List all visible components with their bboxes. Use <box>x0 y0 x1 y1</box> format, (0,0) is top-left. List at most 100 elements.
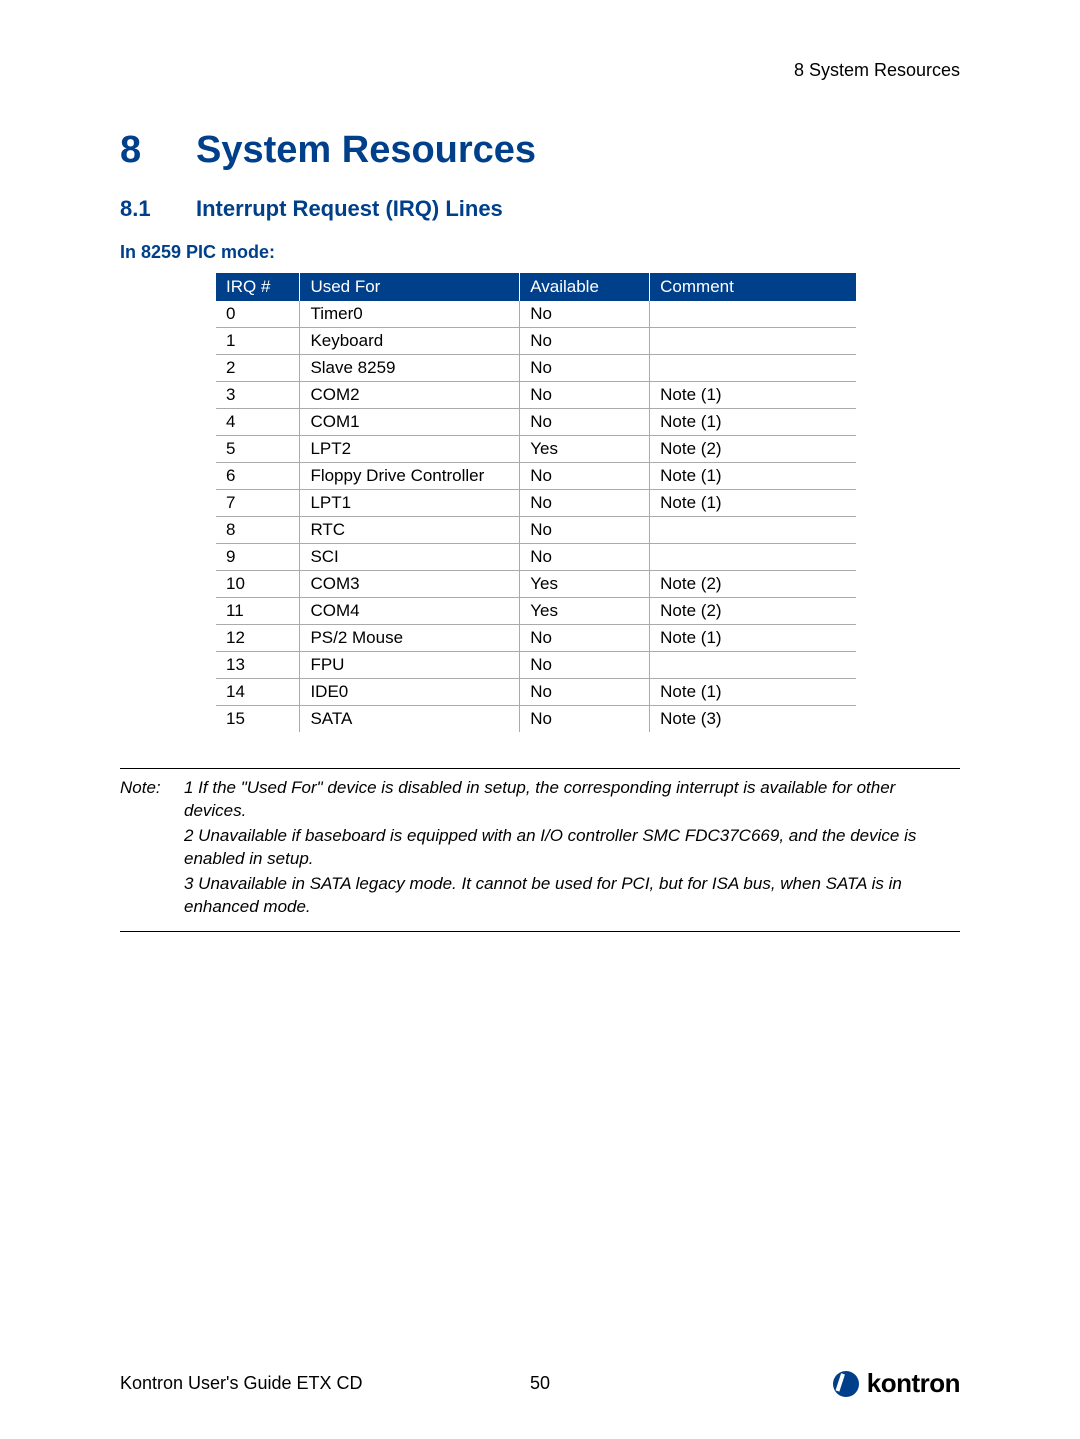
footer-page-number: 50 <box>510 1373 570 1394</box>
cell-comment <box>650 652 856 679</box>
cell-used: SCI <box>300 544 520 571</box>
cell-comment: Note (1) <box>650 409 856 436</box>
cell-avail: No <box>520 301 650 328</box>
cell-comment: Note (3) <box>650 706 856 733</box>
cell-avail: No <box>520 328 650 355</box>
cell-comment: Note (2) <box>650 598 856 625</box>
note-label: Note: <box>120 777 184 921</box>
cell-irq: 15 <box>216 706 300 733</box>
table-row: 7LPT1NoNote (1) <box>216 490 856 517</box>
cell-used: LPT2 <box>300 436 520 463</box>
table-row: 1KeyboardNo <box>216 328 856 355</box>
page-footer: Kontron User's Guide ETX CD 50 kontron <box>120 1368 960 1399</box>
cell-comment: Note (1) <box>650 463 856 490</box>
cell-comment: Note (1) <box>650 625 856 652</box>
cell-used: COM4 <box>300 598 520 625</box>
cell-comment: Note (2) <box>650 436 856 463</box>
cell-irq: 8 <box>216 517 300 544</box>
table-row: 5LPT2YesNote (2) <box>216 436 856 463</box>
cell-avail: No <box>520 409 650 436</box>
cell-used: Timer0 <box>300 301 520 328</box>
cell-avail: No <box>520 679 650 706</box>
table-row: 0Timer0No <box>216 301 856 328</box>
cell-irq: 1 <box>216 328 300 355</box>
kontron-logo-text: kontron <box>867 1368 960 1399</box>
irq-table: IRQ # Used For Available Comment 0Timer0… <box>216 273 856 732</box>
cell-avail: Yes <box>520 571 650 598</box>
cell-used: SATA <box>300 706 520 733</box>
cell-avail: Yes <box>520 436 650 463</box>
chapter-number: 8 <box>120 129 196 172</box>
cell-used: COM2 <box>300 382 520 409</box>
section-number: 8.1 <box>120 196 196 222</box>
cell-used: Slave 8259 <box>300 355 520 382</box>
table-row: 3COM2NoNote (1) <box>216 382 856 409</box>
note-line: 1 If the "Used For" device is disabled i… <box>184 777 960 823</box>
table-row: 12PS/2 MouseNoNote (1) <box>216 625 856 652</box>
note-line: 3 Unavailable in SATA legacy mode. It ca… <box>184 873 960 919</box>
cell-used: RTC <box>300 517 520 544</box>
cell-avail: No <box>520 652 650 679</box>
col-available: Available <box>520 273 650 301</box>
cell-comment <box>650 544 856 571</box>
subsection-label: In 8259 PIC mode: <box>120 242 960 263</box>
cell-avail: No <box>520 517 650 544</box>
cell-avail: No <box>520 355 650 382</box>
footer-doc-title: Kontron User's Guide ETX CD <box>120 1373 510 1394</box>
cell-comment <box>650 328 856 355</box>
cell-comment: Note (1) <box>650 382 856 409</box>
table-row: 9SCINo <box>216 544 856 571</box>
cell-irq: 10 <box>216 571 300 598</box>
cell-irq: 9 <box>216 544 300 571</box>
cell-used: Floppy Drive Controller <box>300 463 520 490</box>
table-row: 11COM4YesNote (2) <box>216 598 856 625</box>
cell-irq: 0 <box>216 301 300 328</box>
cell-avail: No <box>520 490 650 517</box>
cell-irq: 6 <box>216 463 300 490</box>
footer-brand: kontron <box>570 1368 960 1399</box>
cell-comment: Note (1) <box>650 490 856 517</box>
table-row: 14IDE0NoNote (1) <box>216 679 856 706</box>
cell-avail: Yes <box>520 598 650 625</box>
cell-comment: Note (2) <box>650 571 856 598</box>
cell-used: COM1 <box>300 409 520 436</box>
col-irq: IRQ # <box>216 273 300 301</box>
cell-used: COM3 <box>300 571 520 598</box>
kontron-logo-icon <box>833 1371 859 1397</box>
table-row: 10COM3YesNote (2) <box>216 571 856 598</box>
table-row: 4COM1NoNote (1) <box>216 409 856 436</box>
cell-avail: No <box>520 463 650 490</box>
cell-avail: No <box>520 706 650 733</box>
col-comment: Comment <box>650 273 856 301</box>
section-heading: 8.1 Interrupt Request (IRQ) Lines <box>120 196 960 222</box>
cell-irq: 2 <box>216 355 300 382</box>
cell-used: IDE0 <box>300 679 520 706</box>
cell-used: Keyboard <box>300 328 520 355</box>
running-header: 8 System Resources <box>120 60 960 81</box>
chapter-heading: 8 System Resources <box>120 129 960 172</box>
note-line: 2 Unavailable if baseboard is equipped w… <box>184 825 960 871</box>
cell-used: FPU <box>300 652 520 679</box>
cell-irq: 3 <box>216 382 300 409</box>
chapter-title: System Resources <box>196 129 536 172</box>
cell-avail: No <box>520 382 650 409</box>
cell-irq: 7 <box>216 490 300 517</box>
cell-comment <box>650 517 856 544</box>
cell-irq: 14 <box>216 679 300 706</box>
cell-irq: 11 <box>216 598 300 625</box>
table-row: 13FPUNo <box>216 652 856 679</box>
cell-avail: No <box>520 625 650 652</box>
cell-irq: 5 <box>216 436 300 463</box>
cell-comment: Note (1) <box>650 679 856 706</box>
cell-irq: 13 <box>216 652 300 679</box>
cell-used: PS/2 Mouse <box>300 625 520 652</box>
cell-comment <box>650 301 856 328</box>
section-title: Interrupt Request (IRQ) Lines <box>196 196 503 222</box>
table-row: 8RTCNo <box>216 517 856 544</box>
cell-used: LPT1 <box>300 490 520 517</box>
cell-irq: 4 <box>216 409 300 436</box>
table-row: 15SATANoNote (3) <box>216 706 856 733</box>
note-block: Note: 1 If the "Used For" device is disa… <box>120 768 960 932</box>
col-used-for: Used For <box>300 273 520 301</box>
note-body: 1 If the "Used For" device is disabled i… <box>184 777 960 921</box>
